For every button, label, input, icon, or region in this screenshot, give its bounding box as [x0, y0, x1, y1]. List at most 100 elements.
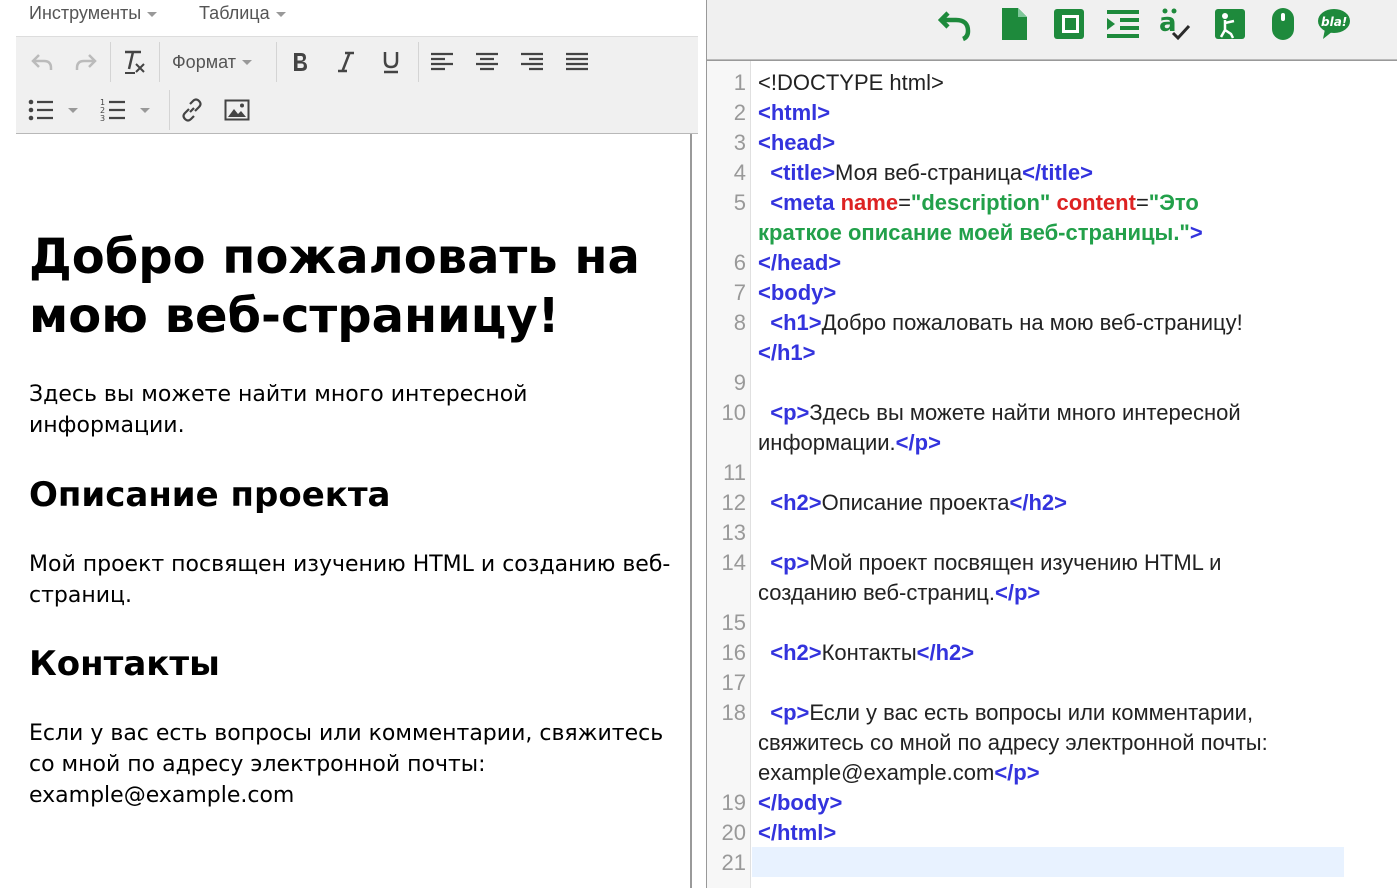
h2-open-tag: <h2>	[770, 490, 822, 515]
line-number: 8	[733, 310, 746, 335]
align-center-button[interactable]	[469, 45, 505, 79]
insert-image-button[interactable]	[219, 93, 255, 127]
redo-button[interactable]	[68, 45, 104, 79]
p-text: созданию веб-страниц.	[758, 580, 996, 605]
code-line-wrap: свяжитесь со мной по адресу электронной …	[758, 728, 1268, 758]
h2-open-tag: <h2>	[770, 640, 822, 665]
underline-button[interactable]	[373, 45, 409, 79]
code-line: <html>	[758, 98, 830, 128]
toolbar-divider	[276, 42, 277, 82]
title-close-tag: </title>	[1022, 160, 1093, 185]
validate-button[interactable]	[1212, 6, 1248, 42]
h2-text: Контакты	[821, 640, 917, 665]
spell-check-button[interactable]: a	[1156, 6, 1192, 42]
line-number: 16	[721, 640, 746, 665]
clear-formatting-button[interactable]	[116, 45, 152, 79]
code-line-wrap: краткое описание моей веб-страницы.">	[758, 218, 1203, 248]
menubar: Инструменты Таблица	[16, 0, 698, 36]
line-number: 9	[733, 370, 746, 395]
vertical-scrollbar[interactable]	[1388, 61, 1397, 888]
name-value-string: "description"	[910, 190, 1051, 215]
body-open-tag: <body>	[758, 280, 837, 305]
line-number: 15	[721, 610, 746, 635]
svg-text:bla!: bla!	[1321, 15, 1347, 29]
equals-sign: =	[1135, 190, 1149, 215]
p-open-tag: <p>	[770, 550, 810, 575]
code-line: <h2>Описание проекта</h2>	[758, 488, 1067, 518]
code-line: </html>	[758, 818, 836, 848]
code-editor-pane: a bla! 1 2 3 4 5 6 7 8 9 10 11 12 13 14 …	[706, 0, 1397, 888]
code-line: <p>Здесь вы можете найти много интересно…	[758, 398, 1240, 428]
undo-button[interactable]	[937, 6, 973, 42]
menu-tools-label: Инструменты	[29, 3, 142, 23]
new-document-button[interactable]	[996, 6, 1032, 42]
code-line: <p>Если у вас есть вопросы или комментар…	[758, 698, 1253, 728]
bla-comment-button[interactable]: bla!	[1316, 6, 1352, 42]
toolbar-divider	[159, 42, 160, 82]
align-center-icon	[476, 52, 498, 71]
numbered-list-button[interactable]: 123	[100, 93, 160, 127]
line-number: 3	[733, 130, 746, 155]
preview-paragraph-3: Если у вас есть вопросы или комментарии,…	[29, 721, 664, 808]
line-number: 19	[721, 790, 746, 815]
undo-icon	[938, 11, 971, 41]
bullet-list-icon	[28, 99, 53, 121]
bold-icon	[294, 53, 307, 71]
menu-table[interactable]: Таблица	[199, 3, 286, 24]
insert-link-button[interactable]	[174, 93, 210, 127]
numbered-list-icon: 123	[100, 98, 125, 122]
p-text: информации.	[758, 430, 896, 455]
code-editor[interactable]: 1 2 3 4 5 6 7 8 9 10 11 12 13 14 15 16 1…	[707, 60, 1397, 888]
italic-button[interactable]	[328, 45, 364, 79]
full-screen-icon	[1054, 9, 1084, 39]
toolbar-divider	[169, 90, 170, 130]
code-line: <body>	[758, 278, 836, 308]
code-line: <h1>Добро пожаловать на мою веб-страницу…	[758, 308, 1242, 338]
code-line: <meta name="description" content="Это	[758, 188, 1199, 218]
chevron-down-icon	[241, 59, 252, 65]
line-number: 10	[721, 400, 746, 425]
line-number: 11	[723, 460, 746, 485]
p-text: Если у вас есть вопросы или комментарии,	[809, 700, 1254, 725]
p-text: Мой проект посвящен изучению HTML и	[809, 550, 1222, 575]
p-close-tag: </p>	[995, 580, 1041, 605]
chevron-down-icon	[68, 107, 78, 113]
html-close-tag: </html>	[758, 820, 837, 845]
p-open-tag: <p>	[770, 700, 810, 725]
align-justify-button[interactable]	[559, 45, 595, 79]
format-dropdown[interactable]: Формат	[166, 45, 270, 79]
align-left-button[interactable]	[424, 45, 460, 79]
align-right-button[interactable]	[514, 45, 550, 79]
line-number: 12	[721, 490, 746, 515]
editor-content-area[interactable]: Добро пожаловать на мою веб-страницу! Зд…	[16, 135, 698, 888]
indent-button[interactable]	[1105, 6, 1141, 42]
line-number: 17	[721, 670, 746, 695]
spell-check-icon: a	[1159, 8, 1191, 41]
undo-button[interactable]	[24, 45, 60, 79]
menu-table-label: Таблица	[199, 3, 270, 23]
full-screen-button[interactable]	[1051, 6, 1087, 42]
line-number: 1	[733, 70, 746, 95]
content-value-string: краткое описание моей веб-страницы."	[758, 220, 1190, 245]
p-text: свяжитесь со мной по адресу электронной …	[758, 730, 1268, 755]
meta-tag-end: >	[1189, 220, 1203, 245]
content-value-string: "Это	[1148, 190, 1199, 215]
line-number: 6	[733, 250, 746, 275]
mouse-button[interactable]	[1265, 6, 1301, 42]
preview-heading-2-description: Описание проекта	[29, 475, 391, 515]
menu-tools[interactable]: Инструменты	[29, 3, 158, 24]
svg-text:3: 3	[100, 114, 105, 122]
h1-open-tag: <h1>	[770, 310, 822, 335]
h2-text: Описание проекта	[821, 490, 1010, 515]
bold-button[interactable]	[282, 45, 318, 79]
line-number: 13	[721, 520, 746, 545]
code-line-wrap: созданию веб-страниц.</p>	[758, 578, 1040, 608]
bullet-list-button[interactable]	[28, 93, 86, 127]
preview-paragraph-1: Здесь вы можете найти много интересной и…	[29, 382, 528, 438]
format-dropdown-label: Формат	[172, 51, 236, 72]
code-line: <h2>Контакты</h2>	[758, 638, 974, 668]
preview-heading-2-contacts: Контакты	[29, 644, 220, 684]
line-number: 14	[721, 550, 746, 575]
p-close-tag: </p>	[895, 430, 941, 455]
chevron-down-icon	[147, 11, 158, 17]
